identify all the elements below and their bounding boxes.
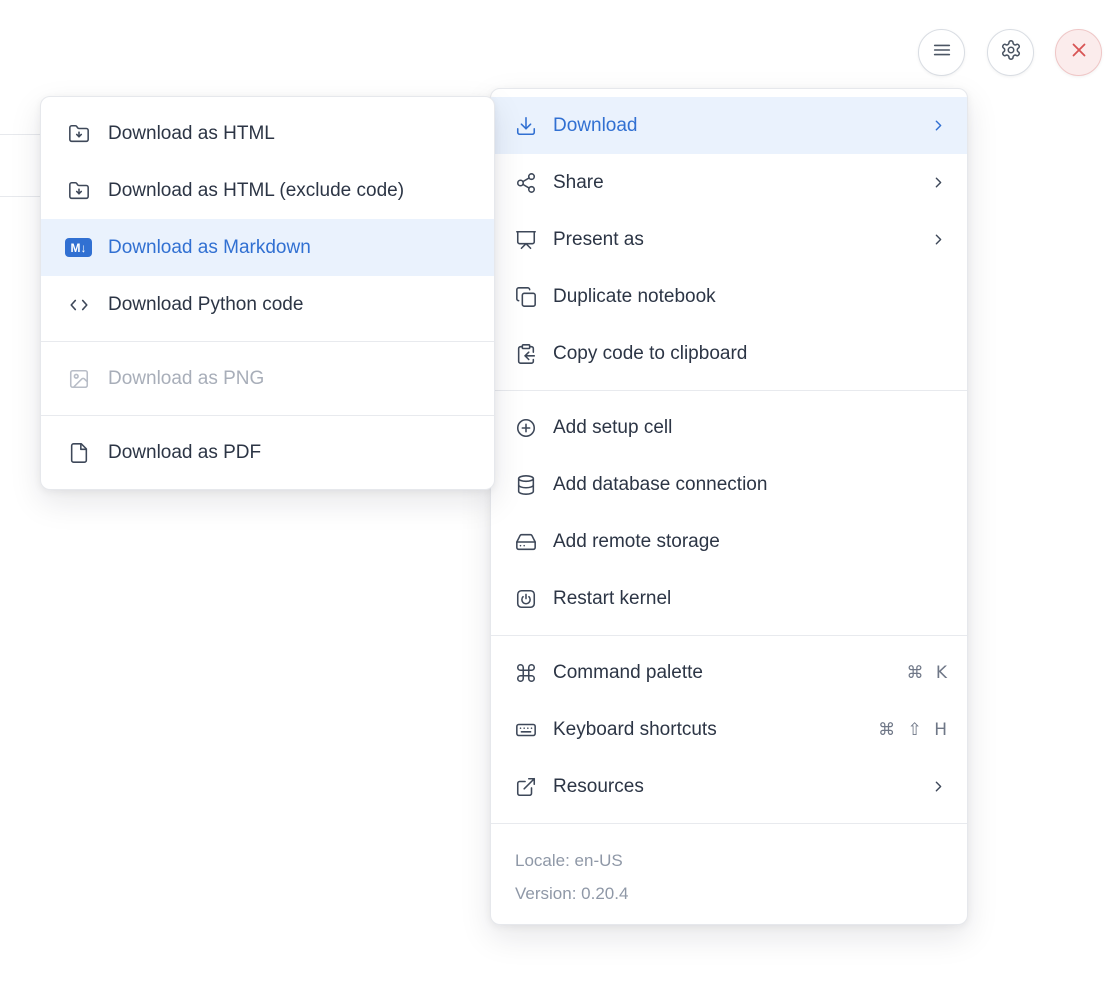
menu-item-add-remote-storage[interactable]: Add remote storage xyxy=(491,513,967,570)
menu-item-label: Add remote storage xyxy=(553,531,947,553)
background-divider xyxy=(0,134,40,135)
external-link-icon xyxy=(515,776,537,798)
locale-text: Locale: en-US xyxy=(515,844,943,877)
submenu-item-download-png[interactable]: Download as PNG xyxy=(41,350,494,407)
menu-item-label: Download as PNG xyxy=(108,368,474,390)
background-divider xyxy=(0,196,40,197)
menu-item-label: Share xyxy=(553,172,913,194)
markdown-badge-icon: M↓ xyxy=(65,238,92,257)
menu-footer: Locale: en-US Version: 0.20.4 xyxy=(491,832,967,916)
menu-item-present-as[interactable]: Present as xyxy=(491,211,967,268)
file-icon xyxy=(65,442,92,464)
menu-item-keyboard-shortcuts[interactable]: Keyboard shortcuts ⌘ ⇧ H xyxy=(491,701,967,758)
menu-separator xyxy=(491,635,967,636)
menu-item-label: Command palette xyxy=(553,662,890,684)
presentation-icon xyxy=(515,229,537,251)
submenu-item-download-python-code[interactable]: Download Python code xyxy=(41,276,494,333)
submenu-item-download-markdown[interactable]: M↓ Download as Markdown xyxy=(41,219,494,276)
menu-item-label: Keyboard shortcuts xyxy=(553,719,862,741)
menu-item-label: Present as xyxy=(553,229,913,251)
notebook-menu: Download Share Present as Duplicate note… xyxy=(490,88,968,925)
menu-item-label: Download as Markdown xyxy=(108,237,474,259)
folder-download-icon xyxy=(65,180,92,202)
menu-item-label: Download as PDF xyxy=(108,442,474,464)
hamburger-icon xyxy=(931,39,953,66)
menu-item-duplicate-notebook[interactable]: Duplicate notebook xyxy=(491,268,967,325)
menu-separator xyxy=(41,415,494,416)
chevron-right-icon xyxy=(929,778,947,795)
shortcut-hint: ⌘ ⇧ H xyxy=(878,720,947,740)
submenu-item-download-html[interactable]: Download as HTML xyxy=(41,105,494,162)
download-icon xyxy=(515,115,537,137)
power-icon xyxy=(515,588,537,610)
menu-item-add-setup-cell[interactable]: Add setup cell xyxy=(491,399,967,456)
menu-item-label: Restart kernel xyxy=(553,588,947,610)
version-text: Version: 0.20.4 xyxy=(515,877,943,910)
menu-item-label: Resources xyxy=(553,776,913,798)
menu-item-label: Download as HTML (exclude code) xyxy=(108,180,474,202)
command-icon xyxy=(515,662,537,684)
share-icon xyxy=(515,172,537,194)
menu-item-label: Download xyxy=(553,115,913,137)
download-submenu: Download as HTML Download as HTML (exclu… xyxy=(40,96,495,490)
settings-button[interactable] xyxy=(987,29,1034,76)
menu-item-add-database-connection[interactable]: Add database connection xyxy=(491,456,967,513)
duplicate-icon xyxy=(515,286,537,308)
menu-item-download[interactable]: Download xyxy=(491,97,967,154)
image-icon xyxy=(65,368,92,390)
menu-item-label: Add setup cell xyxy=(553,417,947,439)
submenu-item-download-pdf[interactable]: Download as PDF xyxy=(41,424,494,481)
menu-separator xyxy=(41,341,494,342)
menu-item-label: Download Python code xyxy=(108,294,474,316)
menu-separator xyxy=(491,823,967,824)
menu-item-label: Duplicate notebook xyxy=(553,286,947,308)
menu-item-restart-kernel[interactable]: Restart kernel xyxy=(491,570,967,627)
chevron-right-icon xyxy=(929,117,947,134)
shortcut-hint: ⌘ K xyxy=(906,663,947,683)
menu-item-copy-code[interactable]: Copy code to clipboard xyxy=(491,325,967,382)
code-icon xyxy=(65,294,92,316)
menu-item-label: Add database connection xyxy=(553,474,947,496)
folder-download-icon xyxy=(65,123,92,145)
hard-drive-icon xyxy=(515,531,537,553)
menu-button[interactable] xyxy=(918,29,965,76)
menu-item-label: Copy code to clipboard xyxy=(553,343,947,365)
gear-icon xyxy=(1000,39,1022,66)
chevron-right-icon xyxy=(929,174,947,191)
chevron-right-icon xyxy=(929,231,947,248)
close-icon xyxy=(1068,39,1090,66)
submenu-item-download-html-exclude-code[interactable]: Download as HTML (exclude code) xyxy=(41,162,494,219)
menu-item-share[interactable]: Share xyxy=(491,154,967,211)
close-button[interactable] xyxy=(1055,29,1102,76)
menu-separator xyxy=(491,390,967,391)
keyboard-icon xyxy=(515,719,537,741)
menu-item-resources[interactable]: Resources xyxy=(491,758,967,815)
menu-item-command-palette[interactable]: Command palette ⌘ K xyxy=(491,644,967,701)
clipboard-copy-icon xyxy=(515,343,537,365)
menu-item-label: Download as HTML xyxy=(108,123,474,145)
plus-circle-icon xyxy=(515,417,537,439)
database-icon xyxy=(515,474,537,496)
